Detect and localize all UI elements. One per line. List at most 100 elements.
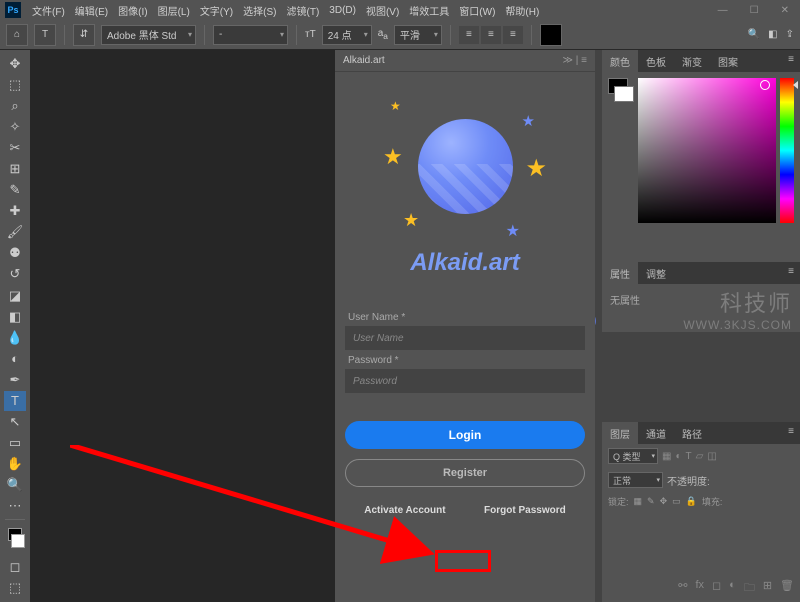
- tab-pattern[interactable]: 图案: [710, 50, 746, 72]
- activate-account-link[interactable]: Activate Account: [364, 505, 445, 516]
- mask-icon[interactable]: ◻: [712, 579, 721, 598]
- antialias-dropdown[interactable]: 平滑: [394, 25, 442, 45]
- align-left-icon[interactable]: ≡: [459, 26, 479, 44]
- path-select-tool[interactable]: ↖: [4, 412, 26, 432]
- color-picker-field[interactable]: [638, 78, 776, 223]
- filter-smart-icon[interactable]: ◫: [707, 451, 716, 462]
- brush-tool[interactable]: 🖌: [4, 222, 26, 242]
- zoom-tool[interactable]: 🔍: [4, 475, 26, 495]
- canvas-area[interactable]: Alkaid.art ≫ | ≡ ★ ★ ★ ★ ★ ★ Alkaid.art …: [30, 50, 572, 602]
- marquee-tool[interactable]: ⬚: [4, 75, 26, 95]
- hand-tool[interactable]: ✋: [4, 454, 26, 474]
- edit-toolbar[interactable]: ⋯: [4, 496, 26, 516]
- align-right-icon[interactable]: ≡: [503, 26, 523, 44]
- eyedropper-tool[interactable]: ✎: [4, 180, 26, 200]
- username-input[interactable]: [345, 326, 585, 350]
- register-button[interactable]: Register: [345, 459, 585, 487]
- gradient-tool[interactable]: ◧: [4, 307, 26, 327]
- background-color-swatch[interactable]: [11, 534, 25, 547]
- window-controls: — ☐ ✕: [712, 5, 795, 16]
- fx-icon[interactable]: fx: [695, 579, 704, 598]
- password-input[interactable]: [345, 369, 585, 393]
- menu-edit[interactable]: 编辑(E): [71, 3, 112, 18]
- font-size-dropdown[interactable]: 24 点: [322, 25, 372, 45]
- history-icon[interactable]: ◧: [768, 29, 777, 40]
- lock-all-icon[interactable]: 🔒: [686, 496, 697, 507]
- new-layer-icon[interactable]: ⊞: [763, 579, 772, 598]
- home-icon[interactable]: ⌂: [6, 24, 28, 46]
- menu-3d[interactable]: 3D(D): [325, 5, 360, 16]
- wand-tool[interactable]: ✧: [4, 117, 26, 137]
- history-brush-tool[interactable]: ↺: [4, 264, 26, 284]
- heal-tool[interactable]: ✚: [4, 201, 26, 221]
- menu-file[interactable]: 文件(F): [28, 3, 69, 18]
- share-icon[interactable]: ⇪: [786, 29, 794, 40]
- blur-tool[interactable]: 💧: [4, 328, 26, 348]
- minimize-button[interactable]: —: [712, 5, 734, 16]
- group-icon[interactable]: 🗀: [744, 579, 755, 598]
- maximize-button[interactable]: ☐: [744, 5, 765, 16]
- panel-menu-icon[interactable]: ≡: [782, 50, 800, 72]
- right-option-icons: 🔍 ◧ ⇪: [748, 29, 794, 40]
- eraser-tool[interactable]: ◪: [4, 286, 26, 306]
- lasso-tool[interactable]: ⌕: [4, 96, 26, 116]
- type-tool[interactable]: T: [4, 391, 26, 411]
- tab-channels[interactable]: 通道: [638, 422, 674, 444]
- screenmode-icon[interactable]: ⬚: [4, 578, 26, 598]
- text-orientation-icon[interactable]: ⇵: [73, 24, 95, 46]
- tab-layers[interactable]: 图层: [602, 422, 638, 444]
- lock-brush-icon[interactable]: ✎: [647, 496, 655, 507]
- logo-block: ★ ★ ★ ★ ★ ★: [345, 84, 585, 249]
- shape-tool[interactable]: ▭: [4, 433, 26, 453]
- menu-select[interactable]: 选择(S): [239, 3, 280, 18]
- dodge-tool[interactable]: ◐: [4, 349, 26, 369]
- menu-type[interactable]: 文字(Y): [196, 3, 237, 18]
- frame-tool[interactable]: ⊞: [4, 159, 26, 179]
- menu-window[interactable]: 窗口(W): [455, 3, 499, 18]
- menu-image[interactable]: 图像(I): [114, 3, 151, 18]
- panel-menu-icon[interactable]: ≡: [782, 422, 800, 444]
- filter-shape-icon[interactable]: ▱: [696, 451, 704, 462]
- menu-layer[interactable]: 图层(L): [154, 3, 194, 18]
- search-icon[interactable]: 🔍: [748, 29, 760, 40]
- background-swatch[interactable]: [614, 86, 634, 102]
- panel-menu-icon[interactable]: ≡: [782, 262, 800, 284]
- tab-paths[interactable]: 路径: [674, 422, 710, 444]
- forgot-password-link[interactable]: Forgot Password: [484, 505, 566, 516]
- align-center-icon[interactable]: ≡: [481, 26, 501, 44]
- text-color-swatch[interactable]: [540, 24, 562, 46]
- menu-help[interactable]: 帮助(H): [501, 3, 543, 18]
- crop-tool[interactable]: ✂: [4, 138, 26, 158]
- filter-adjust-icon[interactable]: ◐: [675, 451, 681, 462]
- lock-pixels-icon[interactable]: ▦: [634, 496, 643, 507]
- pen-tool[interactable]: ✒: [4, 370, 26, 390]
- font-family-dropdown[interactable]: Adobe 黑体 Std: [101, 25, 196, 45]
- login-button[interactable]: Login: [345, 421, 585, 449]
- menu-plugins[interactable]: 增效工具: [405, 3, 453, 18]
- blend-mode-dropdown[interactable]: 正常: [608, 472, 663, 488]
- layer-kind-dropdown[interactable]: Q 类型: [608, 448, 658, 464]
- tab-swatches[interactable]: 色板: [638, 50, 674, 72]
- close-button[interactable]: ✕: [775, 5, 795, 16]
- panel-gap: [602, 332, 800, 422]
- filter-pixel-icon[interactable]: ▦: [662, 451, 671, 462]
- tab-color[interactable]: 颜色: [602, 50, 638, 72]
- menu-view[interactable]: 视图(V): [362, 3, 403, 18]
- lock-position-icon[interactable]: ✥: [660, 496, 668, 507]
- filter-type-icon[interactable]: T: [686, 451, 692, 462]
- trash-icon[interactable]: 🗑: [780, 579, 794, 598]
- tab-adjustments[interactable]: 调整: [638, 262, 674, 284]
- collapse-icon[interactable]: ≫ | ≡: [563, 55, 587, 66]
- lock-artboard-icon[interactable]: ▭: [672, 496, 681, 507]
- font-style-dropdown[interactable]: -: [213, 25, 288, 45]
- quickmask-icon[interactable]: ◻: [4, 557, 26, 577]
- move-tool[interactable]: ✥: [4, 54, 26, 74]
- menu-filter[interactable]: 滤镜(T): [283, 3, 324, 18]
- type-tool-indicator-icon[interactable]: T: [34, 24, 56, 46]
- tab-gradient[interactable]: 渐变: [674, 50, 710, 72]
- hue-slider[interactable]: [780, 78, 794, 223]
- link-layers-icon[interactable]: ⚯: [678, 579, 687, 598]
- adjust-layer-icon[interactable]: ◐: [729, 579, 736, 598]
- stamp-tool[interactable]: ⚉: [4, 243, 26, 263]
- tab-properties[interactable]: 属性: [602, 262, 638, 284]
